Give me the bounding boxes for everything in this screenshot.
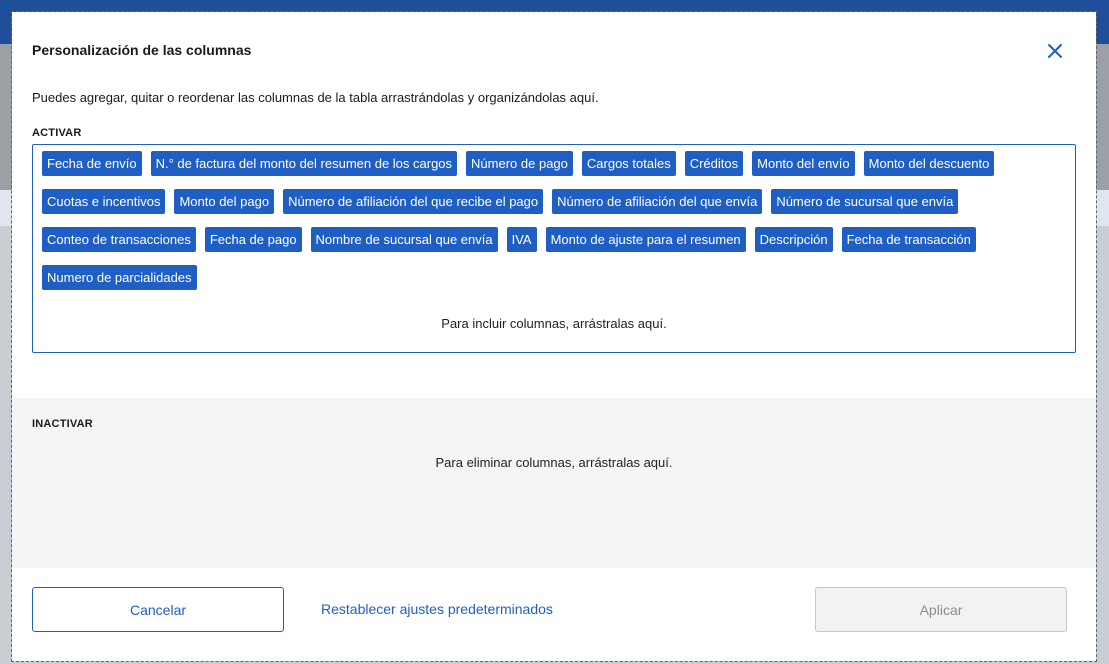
chip-row: Fecha de envío N.° de factura del monto d…: [42, 151, 1069, 176]
column-chip[interactable]: Número de afiliación del que envía: [552, 189, 763, 214]
column-chip[interactable]: Conteo de transacciones: [42, 227, 196, 252]
inactive-columns-dropzone[interactable]: INACTIVAR Para eliminar columnas, arrást…: [12, 398, 1096, 568]
column-chip[interactable]: Fecha de envío: [42, 151, 142, 176]
column-chip[interactable]: Monto de ajuste para el resumen: [545, 227, 746, 252]
column-chip[interactable]: Cuotas e incentivos: [42, 189, 166, 214]
inactive-section-label: INACTIVAR: [32, 418, 93, 430]
chip-row: Cuotas e incentivos Monto del pago Número …: [42, 189, 1069, 214]
dialog-description: Puedes agregar, quitar o reordenar las c…: [32, 90, 599, 105]
column-chip[interactable]: Monto del envío: [752, 151, 855, 176]
dialog-title: Personalización de las columnas: [32, 42, 252, 58]
column-chip[interactable]: Monto del descuento: [863, 151, 995, 176]
column-chip[interactable]: Número de afiliación del que recibe el p…: [283, 189, 544, 214]
column-chip[interactable]: Numero de parcialidades: [42, 265, 197, 290]
column-chip[interactable]: Créditos: [684, 151, 744, 176]
active-columns-dropzone[interactable]: Fecha de envío N.° de factura del monto d…: [32, 144, 1076, 353]
active-drop-hint: Para incluir columnas, arrástralas aquí.: [441, 316, 667, 331]
column-chip[interactable]: Fecha de transacción: [841, 227, 976, 252]
cancel-button[interactable]: Cancelar: [32, 587, 284, 632]
column-chip[interactable]: Descripción: [754, 227, 833, 252]
column-chip[interactable]: Cargos totales: [581, 151, 676, 176]
column-customization-dialog: Personalización de las columnas Puedes a…: [11, 11, 1097, 662]
active-section-label: ACTIVAR: [32, 127, 82, 139]
column-chip[interactable]: N.° de factura del monto del resumen de …: [150, 151, 458, 176]
chip-row: Conteo de transacciones Fecha de pago Nomb…: [42, 227, 1069, 252]
apply-button[interactable]: Aplicar: [815, 587, 1067, 632]
column-chip[interactable]: Nombre de sucursal que envía: [310, 227, 498, 252]
column-chip[interactable]: Fecha de pago: [204, 227, 302, 252]
column-chip[interactable]: Número de pago: [466, 151, 573, 176]
column-chip[interactable]: Número de sucursal que envía: [771, 189, 959, 214]
chip-row: Numero de parcialidades: [42, 265, 1069, 290]
close-icon: [1048, 44, 1062, 58]
inactive-drop-hint: Para eliminar columnas, arrástralas aquí…: [435, 455, 673, 470]
column-chip[interactable]: Monto del pago: [174, 189, 275, 214]
column-chip[interactable]: IVA: [506, 227, 537, 252]
close-button[interactable]: [1044, 40, 1066, 62]
active-columns-list: Fecha de envío N.° de factura del monto d…: [42, 151, 1069, 303]
reset-defaults-button[interactable]: Restablecer ajustes predeterminados: [321, 601, 553, 617]
